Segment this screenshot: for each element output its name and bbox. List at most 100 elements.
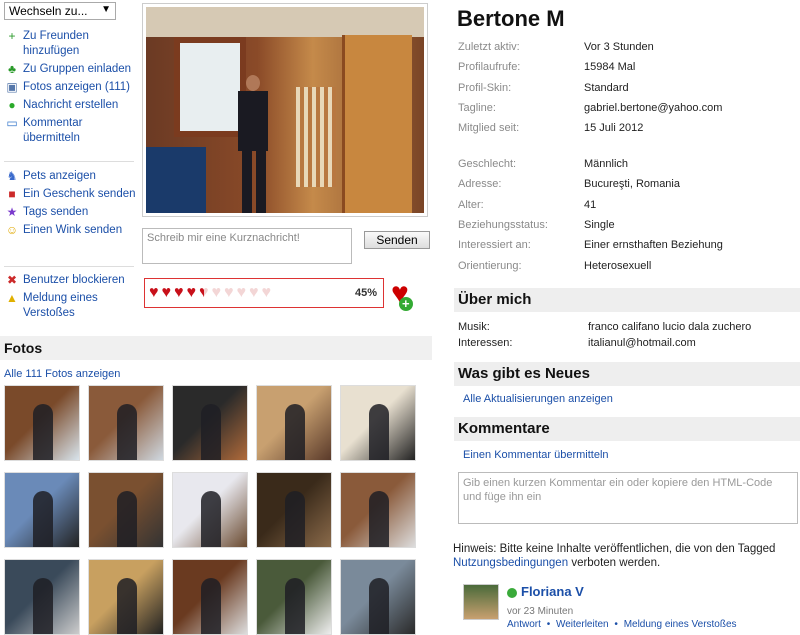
person-figure	[117, 578, 137, 634]
short-message-placeholder: Schreib mir eine Kurznachricht!	[147, 232, 300, 244]
info-label: Alter:	[458, 198, 484, 211]
rating-heart[interactable]: ♥	[187, 285, 197, 301]
person-figure	[369, 578, 389, 634]
person-figure	[201, 491, 221, 547]
photo-thumbnail[interactable]	[340, 385, 416, 461]
profile-photo-image	[146, 7, 424, 213]
menu-item-label: Fotos anzeigen (111)	[23, 81, 130, 93]
info-value: franco califano lucio dala zuchero	[588, 321, 752, 333]
action-menu: + Zu Freunden hinzufügen ♣ Zu Gruppen einla…	[4, 29, 136, 149]
menu-item-label: Ein Geschenk senden	[23, 188, 136, 200]
info-value: 41	[584, 198, 597, 211]
menu-item-message[interactable]: ● Nachricht erstellen	[4, 98, 136, 113]
info-label: Interessen:	[458, 337, 513, 349]
menu-divider	[4, 266, 134, 267]
photo-thumbnail[interactable]	[4, 385, 80, 461]
comment-actions: Antwort • Weiterleiten • Meldung eines V…	[507, 619, 737, 630]
photo-thumbnail[interactable]	[340, 472, 416, 548]
action-menu-secondary: ♞ Pets anzeigen ■ Ein Geschenk senden ★ Tags …	[4, 169, 136, 241]
menu-item-warning[interactable]: ▲ Meldung eines Verstoßes	[4, 291, 136, 321]
menu-divider	[4, 161, 134, 162]
info-label: Adresse:	[458, 178, 502, 191]
menu-item-photos[interactable]: ▣ Fotos anzeigen (111)	[4, 80, 136, 95]
photos-icon: ▣	[6, 79, 18, 94]
person-figure	[33, 578, 53, 634]
rating-heart[interactable]: ♥	[199, 285, 209, 301]
comment-input[interactable]: Gib einen kurzen Kommentar ein oder kopi…	[458, 472, 798, 524]
reply-link[interactable]: Antwort	[507, 619, 541, 630]
photo-thumbnail[interactable]	[256, 559, 332, 635]
menu-item-label: Pets anzeigen	[23, 170, 96, 182]
info-label: Beziehungsstatus:	[458, 218, 548, 231]
person-figure	[117, 404, 137, 460]
comments-section-title: Kommentare	[454, 417, 800, 441]
info-label: Musik:	[458, 321, 490, 333]
menu-item-wink[interactable]: ☺ Einen Wink senden	[4, 223, 136, 238]
gift-icon: ■	[8, 186, 16, 201]
menu-item-tags[interactable]: ★ Tags senden	[4, 205, 136, 220]
rating-heart[interactable]: ♥	[262, 285, 272, 301]
rating-heart[interactable]: ♥	[149, 285, 159, 301]
info-label: Orientierung:	[458, 259, 522, 272]
action-menu-report: ✖ Benutzer blockieren ▲ Meldung eines Verst…	[4, 273, 136, 324]
switch-select-label: Wechseln zu...	[9, 4, 88, 18]
tags-icon: ★	[6, 204, 18, 219]
menu-item-group-invite[interactable]: ♣ Zu Gruppen einladen	[4, 62, 136, 77]
rating-heart[interactable]: ♥	[162, 285, 172, 301]
photo-thumbnail[interactable]	[4, 472, 80, 548]
menu-item-gift[interactable]: ■ Ein Geschenk senden	[4, 187, 136, 202]
menu-item-block[interactable]: ✖ Benutzer blockieren	[4, 273, 136, 288]
report-comment-link[interactable]: Meldung eines Verstoßes	[624, 619, 737, 630]
person-figure	[285, 404, 305, 460]
send-button[interactable]: Senden	[364, 231, 430, 249]
photo-thumbnail[interactable]	[340, 559, 416, 635]
warning-icon: ▲	[6, 290, 18, 305]
photo-thumbnail[interactable]	[88, 385, 164, 461]
photo-thumbnail[interactable]	[256, 472, 332, 548]
short-message-input[interactable]: Schreib mir eine Kurznachricht!	[142, 228, 352, 264]
menu-item-label: Meldung eines Verstoßes	[23, 292, 98, 319]
photo-thumbnail[interactable]	[4, 559, 80, 635]
info-value: Heterosexuell	[584, 259, 652, 272]
person-figure	[285, 578, 305, 634]
photo-thumbnail[interactable]	[172, 559, 248, 635]
rating-heart[interactable]: ♥	[249, 285, 259, 301]
menu-item-label: Nachricht erstellen	[23, 99, 119, 111]
add-friend-icon: +	[8, 28, 16, 43]
rating-heart[interactable]: ♥	[174, 285, 184, 301]
photo-thumbnail[interactable]	[172, 385, 248, 461]
photo-thumbnail[interactable]	[172, 472, 248, 548]
menu-item-pets[interactable]: ♞ Pets anzeigen	[4, 169, 136, 184]
forward-link[interactable]: Weiterleiten	[556, 619, 609, 630]
submit-comment-link[interactable]: Einen Kommentar übermitteln	[463, 449, 609, 461]
photo-thumbnail[interactable]	[256, 385, 332, 461]
info-label: Mitglied seit:	[458, 122, 520, 135]
commenter-name[interactable]: Floriana V	[521, 584, 584, 599]
person-figure	[201, 404, 221, 460]
rating-heart[interactable]: ♥	[224, 285, 234, 301]
add-heart-button[interactable]: ♥ +	[391, 279, 413, 311]
info-label: Interessiert an:	[458, 239, 531, 252]
menu-item-label: Tags senden	[23, 206, 89, 218]
person-figure	[33, 404, 53, 460]
menu-item-label: Zu Freunden hinzufügen	[23, 30, 89, 57]
rating-heart[interactable]: ♥	[237, 285, 247, 301]
photo-thumbnail[interactable]	[88, 472, 164, 548]
commenter-avatar[interactable]	[463, 584, 499, 620]
photo-thumbnail[interactable]	[88, 559, 164, 635]
switch-select[interactable]: Wechseln zu... ▼	[4, 2, 116, 20]
info-value: Single	[584, 218, 615, 231]
terms-link[interactable]: Nutzungsbedingungen	[453, 557, 568, 569]
profile-photo[interactable]	[142, 3, 428, 217]
rating-percent: 45%	[354, 287, 377, 299]
comment-notice: Hinweis: Bitte keine Inhalte veröffentli…	[453, 542, 798, 570]
menu-item-label: Einen Wink senden	[23, 224, 123, 236]
menu-item-comment[interactable]: ▭ Kommentar übermitteln	[4, 116, 136, 146]
menu-item-label: Zu Gruppen einladen	[23, 63, 132, 75]
rating-heart[interactable]: ♥	[212, 285, 222, 301]
rating-hearts[interactable]: ♥ ♥ ♥ ♥ ♥ ♥ ♥ ♥ ♥ ♥ 45%	[144, 278, 384, 308]
all-updates-link[interactable]: Alle Aktualisierungen anzeigen	[463, 393, 613, 405]
chevron-down-icon: ▼	[101, 4, 111, 15]
all-photos-link[interactable]: Alle 111 Fotos anzeigen	[4, 368, 120, 380]
menu-item-add-friend[interactable]: + Zu Freunden hinzufügen	[4, 29, 136, 59]
